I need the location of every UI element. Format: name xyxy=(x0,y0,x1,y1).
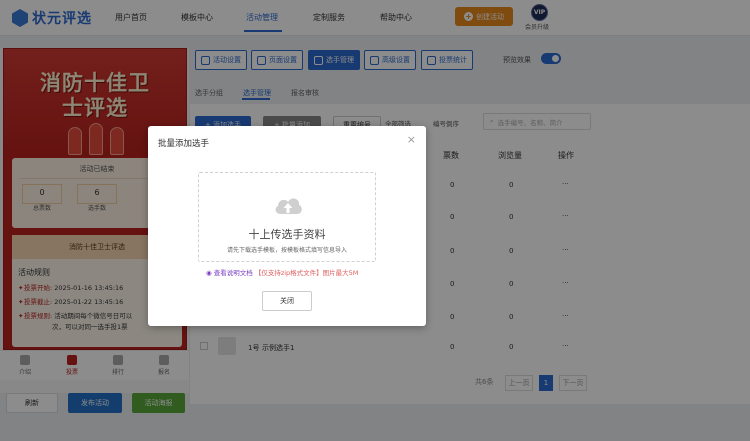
doc-line: ◉ 查看说明文档 【仅支持zip格式文件】图片最大5M xyxy=(206,267,358,277)
close-icon[interactable]: × xyxy=(407,133,416,146)
upload-hint: 请先下载选手模板，按模板格式填写信息导入 xyxy=(226,247,347,254)
batch-add-modal: 批量添加选手 × 十上传选手资料 请先下载选手模板，按模板格式填写信息导入 ◉ … xyxy=(148,126,426,326)
eye-icon: ◉ xyxy=(206,269,212,277)
modal-title: 批量添加选手 xyxy=(158,139,210,149)
upload-label: 十上传选手资料 xyxy=(248,228,326,241)
view-docs-link[interactable]: 查看说明文档 xyxy=(214,269,253,277)
upload-dropzone[interactable]: 十上传选手资料 请先下载选手模板，按模板格式填写信息导入 xyxy=(198,172,376,262)
file-format-note: 【仅支持zip格式文件】图片最大5M xyxy=(254,269,359,277)
cloud-upload-icon xyxy=(275,198,302,214)
modal-close-button[interactable]: 关闭 xyxy=(262,291,312,311)
